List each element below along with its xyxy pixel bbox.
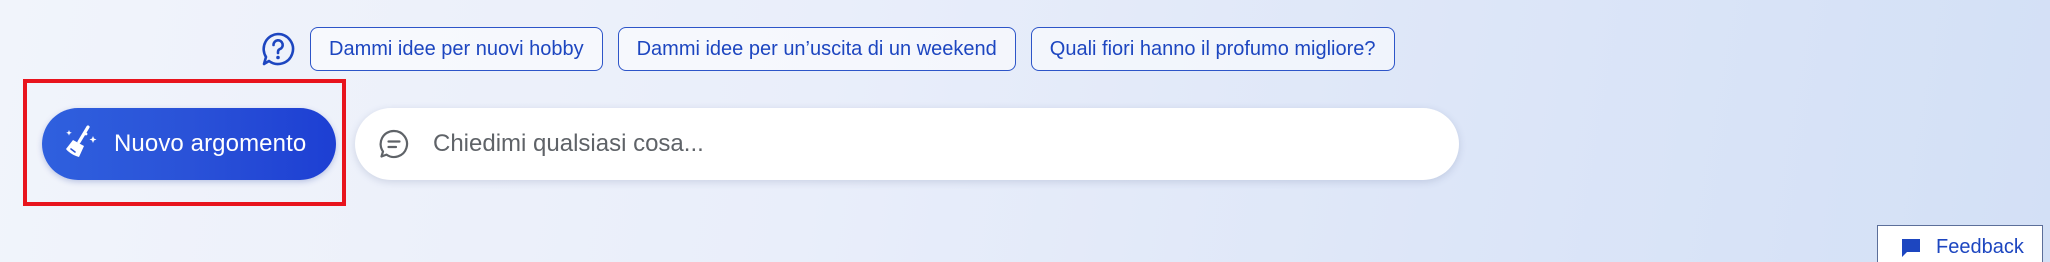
suggestion-chip-hobby[interactable]: Dammi idee per nuovi hobby [310,27,603,71]
suggestion-chip-flowers[interactable]: Quali fiori hanno il profumo migliore? [1030,27,1395,71]
ask-box[interactable] [355,108,1459,180]
feedback-icon [1900,236,1924,260]
suggestion-chip-weekend[interactable]: Dammi idee per un’uscita di un weekend [617,27,1016,71]
feedback-button[interactable]: Feedback [1877,225,2043,262]
suggestion-row: Dammi idee per nuovi hobby Dammi idee pe… [258,26,1410,72]
suggestion-chip-label: Dammi idee per un’uscita di un weekend [636,37,997,60]
broom-sparkle-icon [58,122,102,166]
new-topic-button[interactable]: Nuovo argomento [42,108,336,180]
new-topic-label: Nuovo argomento [114,130,307,157]
feedback-label: Feedback [1936,236,2024,258]
question-circle-icon[interactable] [258,29,298,69]
suggestion-chip-label: Dammi idee per nuovi hobby [329,37,584,60]
ask-input[interactable] [431,129,1435,159]
chat-bubble-icon [377,127,411,161]
suggestion-chip-label: Quali fiori hanno il profumo migliore? [1049,37,1376,60]
